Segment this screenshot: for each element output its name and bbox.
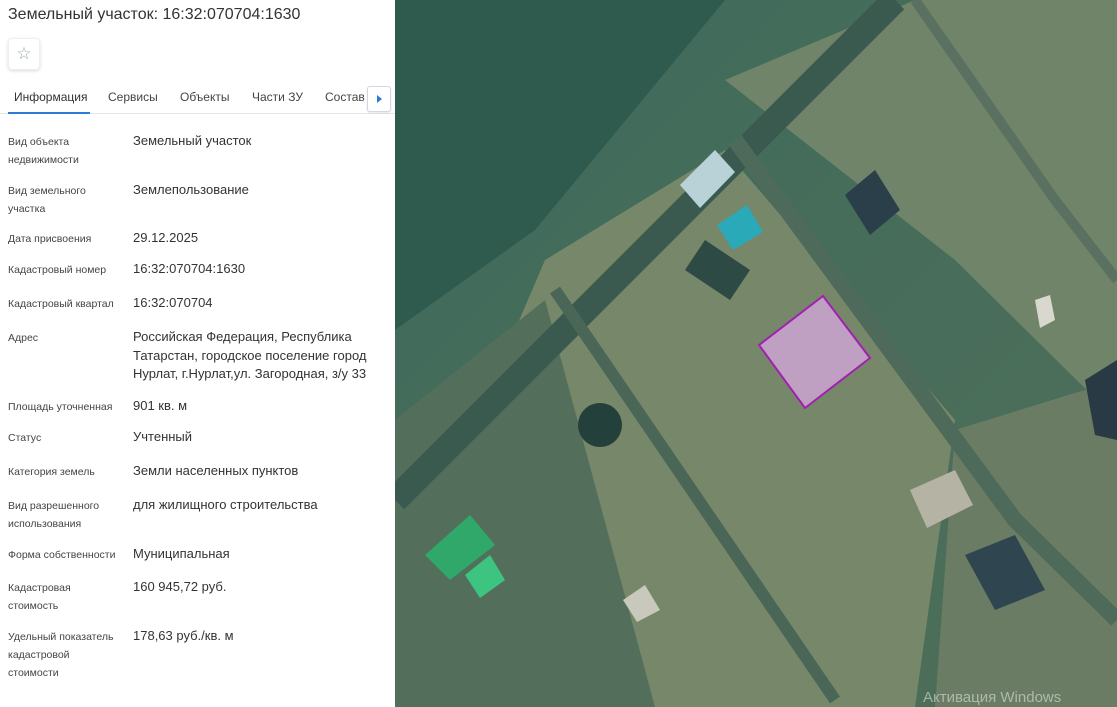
page-title: Земельный участок: 16:32:070704:1630 xyxy=(8,6,301,23)
label-specific-value: Удельный показатель кадастровой стоимост… xyxy=(8,631,114,679)
label-status: Статус xyxy=(8,432,42,444)
tab-services[interactable]: Сервисы xyxy=(108,90,158,104)
active-tab-indicator xyxy=(8,112,90,114)
label-address: Адрес xyxy=(8,332,39,344)
value-cadastral-value: 160 945,72 руб. xyxy=(133,579,227,594)
label-cadastral-number: Кадастровый номер xyxy=(8,264,107,276)
value-specific-value: 178,63 руб./кв. м xyxy=(133,628,234,643)
tab-parts[interactable]: Части ЗУ xyxy=(252,90,303,104)
value-status: Учтенный xyxy=(133,429,193,444)
value-cadastral-quarter: 16:32:070704 xyxy=(133,295,213,310)
info-panel: Земельный участок: 16:32:070704:1630 ☆ И… xyxy=(0,0,395,707)
label-cadastral-quarter: Кадастровый квартал xyxy=(8,298,114,310)
satellite-map[interactable]: Активация Windows xyxy=(395,0,1117,707)
label-land-category: Категория земель xyxy=(8,466,95,478)
value-permitted-use: для жилищного строительства xyxy=(133,497,318,512)
satellite-imagery xyxy=(395,0,1117,707)
label-parcel-type: Вид земельного участка xyxy=(8,185,86,215)
label-ownership: Форма собственности xyxy=(8,549,116,561)
tab-information[interactable]: Информация xyxy=(14,90,87,104)
tab-bar: Информация Сервисы Объекты Части ЗУ Сост… xyxy=(0,82,395,114)
value-land-category: Земли населенных пунктов xyxy=(133,463,299,478)
tab-objects[interactable]: Объекты xyxy=(180,90,230,104)
label-assignment-date: Дата присвоения xyxy=(8,233,92,245)
favorite-button[interactable]: ☆ xyxy=(8,38,40,70)
label-area: Площадь уточненная xyxy=(8,401,113,413)
value-assignment-date: 29.12.2025 xyxy=(133,230,199,245)
tab-composition[interactable]: Состав xyxy=(325,90,365,104)
tabs-scroll-right-button[interactable] xyxy=(367,86,391,112)
value-cadastral-number: 16:32:070704:1630 xyxy=(133,261,246,276)
label-permitted-use: Вид разрешенного использования xyxy=(8,500,100,530)
value-address: Российская Федерация, Республика Татарст… xyxy=(133,329,367,381)
label-cadastral-value: Кадастровая стоимость xyxy=(8,582,71,612)
value-area: 901 кв. м xyxy=(133,398,188,413)
chevron-right-icon xyxy=(376,95,382,103)
label-object-type: Вид объекта недвижимости xyxy=(8,136,79,166)
value-object-type: Земельный участок xyxy=(133,133,252,148)
star-outline-icon: ☆ xyxy=(16,44,32,63)
value-ownership: Муниципальная xyxy=(133,546,230,561)
value-parcel-type: Землепользование xyxy=(133,182,249,197)
windows-activation-watermark: Активация Windows xyxy=(923,689,1062,706)
